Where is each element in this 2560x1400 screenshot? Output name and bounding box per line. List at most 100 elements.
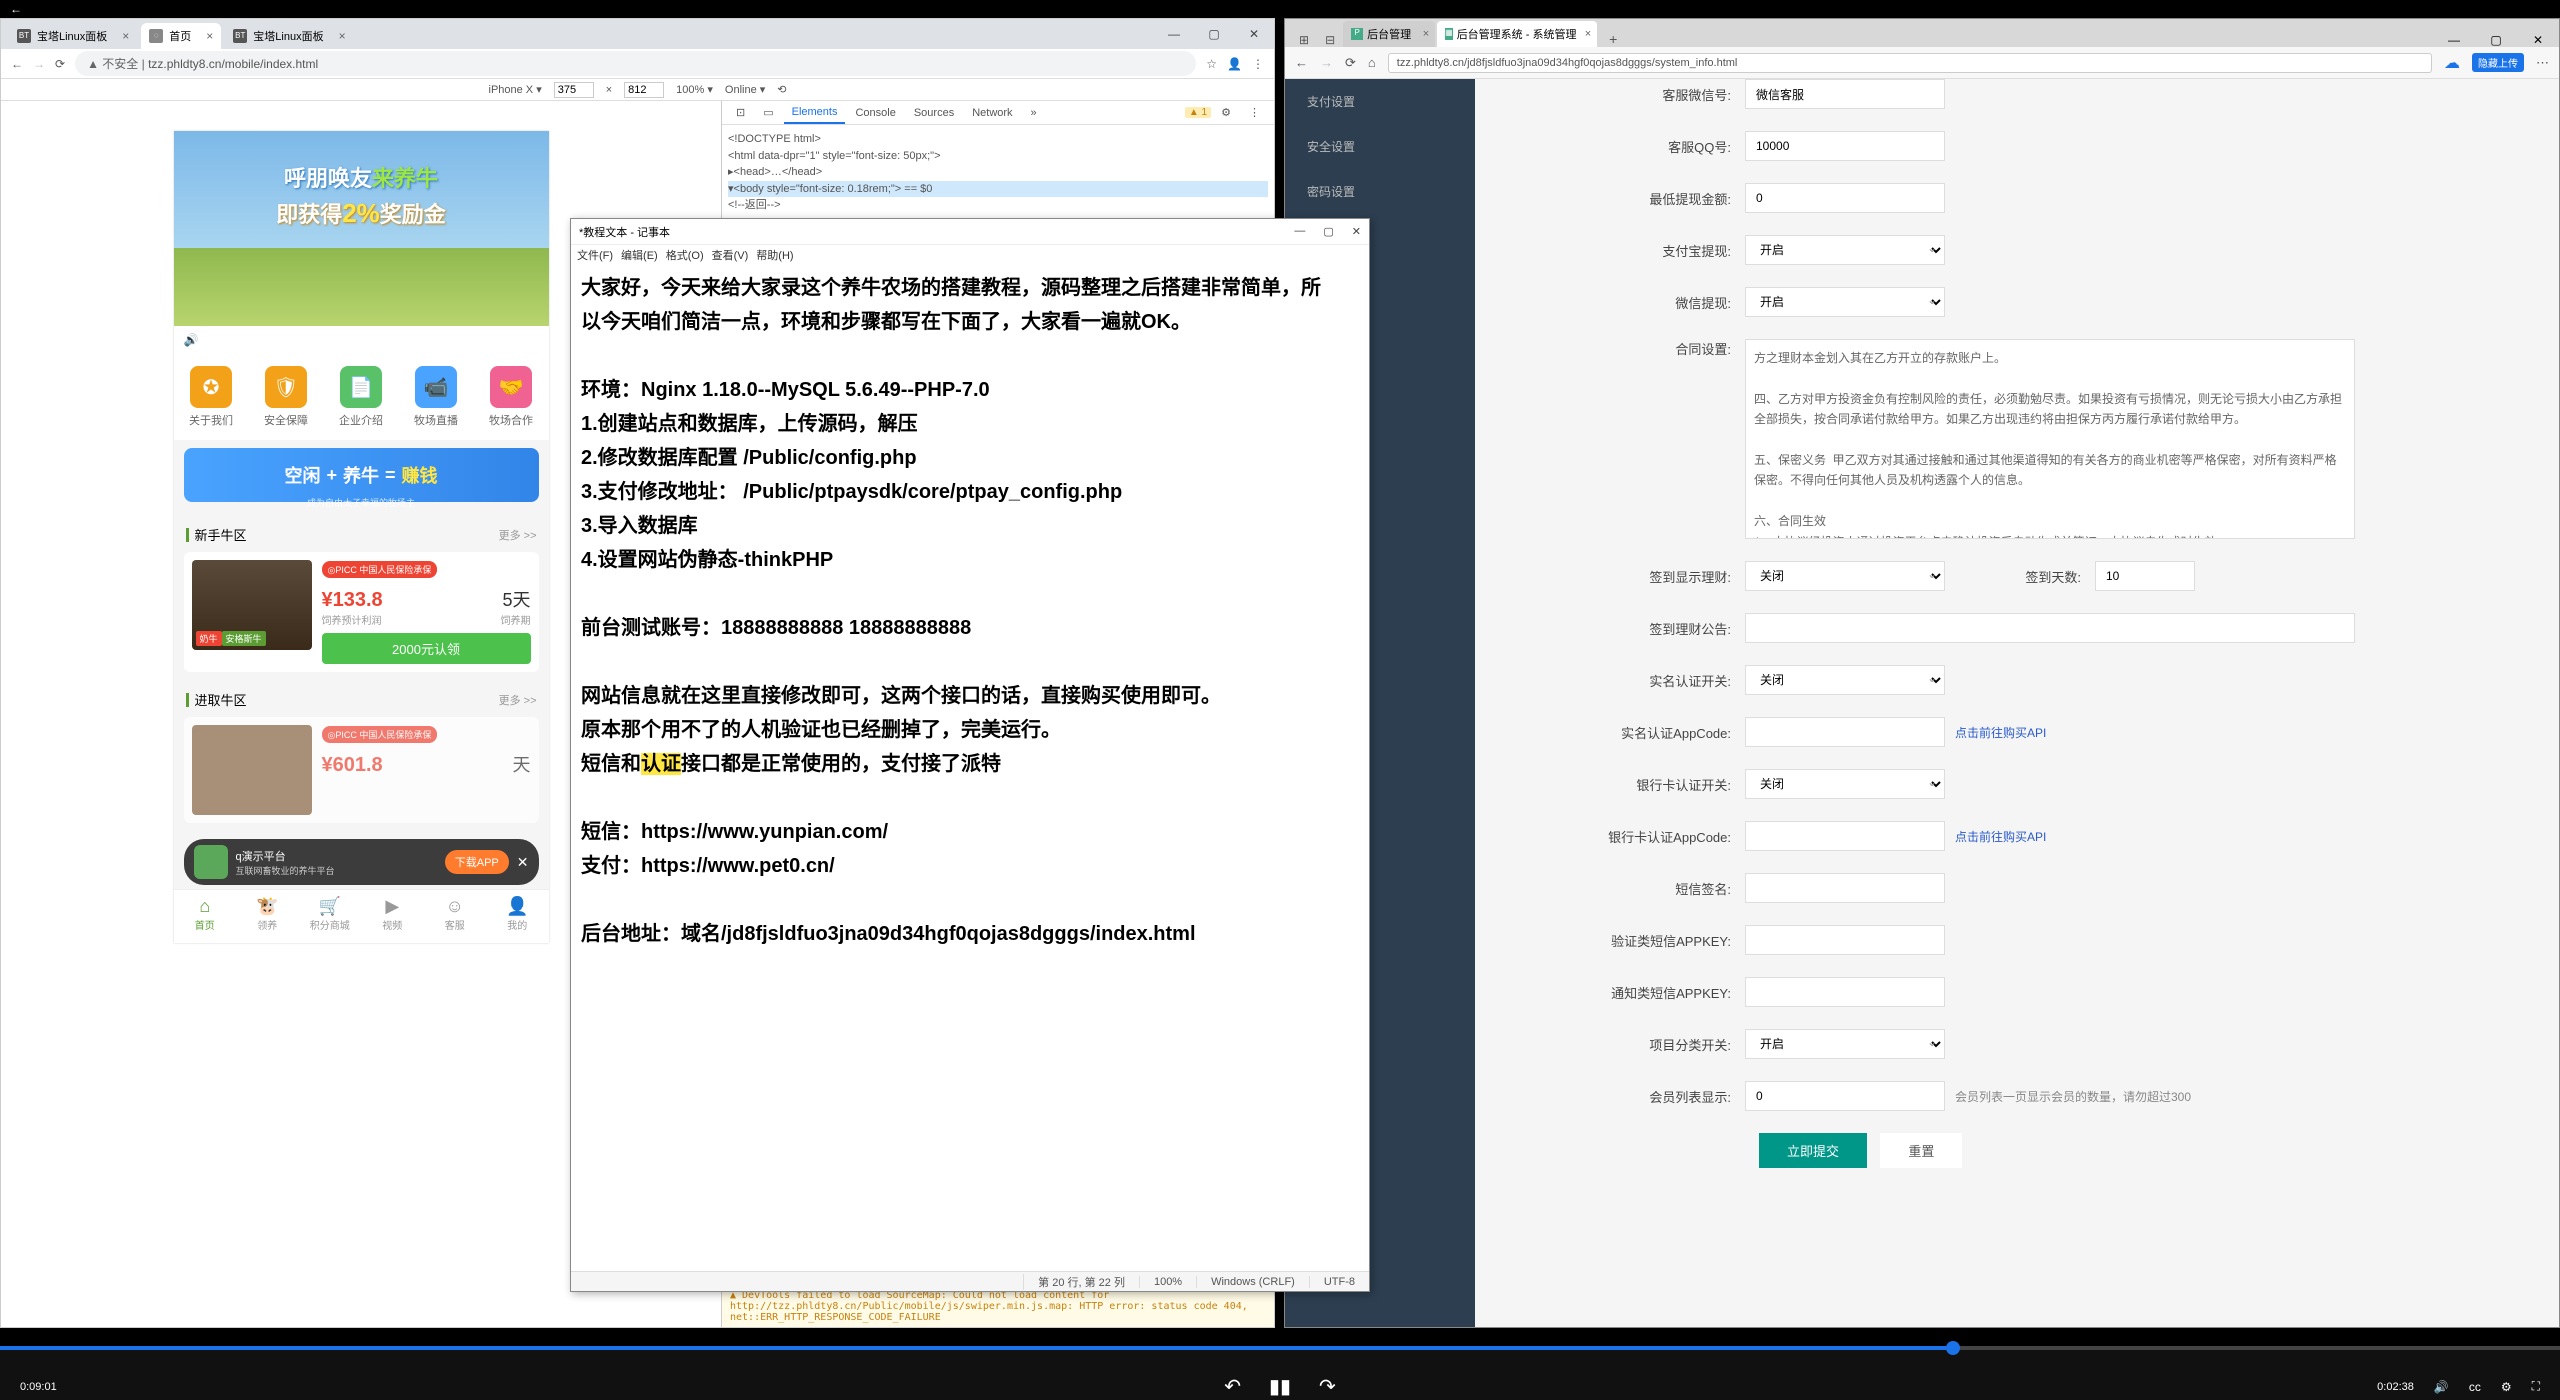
announcement-bar[interactable]: 🔊: [174, 326, 549, 354]
pause-icon[interactable]: ▮▮: [1269, 1374, 1291, 1399]
contract-textarea[interactable]: [1745, 339, 2355, 539]
devtools-tab-more[interactable]: »: [1023, 103, 1045, 123]
alipay-select[interactable]: 开启: [1745, 235, 1945, 265]
notepad-titlebar[interactable]: *教程文本 - 记事本 — ▢ ✕: [571, 219, 1369, 245]
maximize-icon[interactable]: ▢: [2475, 33, 2517, 47]
more-link[interactable]: 更多 >>: [499, 527, 537, 543]
dom-tree[interactable]: <!DOCTYPE html><html data-dpr="1" style=…: [722, 125, 1274, 220]
verify-sms-input[interactable]: [1745, 925, 1945, 955]
more-icon[interactable]: ⋮: [1241, 102, 1268, 123]
forward-icon[interactable]: ↷: [1319, 1374, 1336, 1399]
devtools-tab[interactable]: Console: [847, 103, 903, 123]
hero-banner[interactable]: 呼朋唤友来养牛 即获得2%奖励金: [174, 131, 549, 326]
inspect-icon[interactable]: ⊡: [728, 102, 753, 123]
nav-item[interactable]: 🛒积分商城: [299, 890, 362, 943]
more-link[interactable]: 更多 >>: [499, 692, 537, 708]
sms-sign-input[interactable]: [1745, 873, 1945, 903]
warning-badge[interactable]: ▲ 1: [1185, 107, 1211, 118]
grid-item[interactable]: 📄企业介绍: [324, 366, 399, 428]
volume-icon[interactable]: 🔊: [2434, 1380, 2449, 1394]
nav-item[interactable]: 🐮领养: [236, 890, 299, 943]
product-card[interactable]: ◎PICC 中国人民保险承保 ¥601.8天: [184, 717, 539, 823]
settings-icon[interactable]: ⚙: [1213, 102, 1239, 123]
product-card[interactable]: 奶牛 安格斯牛 ◎PICC 中国人民保险承保 ¥133.85天 饲养预计利润饲养…: [184, 552, 539, 672]
grid-item[interactable]: 📹牧场直播: [399, 366, 474, 428]
buy-api-link[interactable]: 点击前往购买API: [1955, 724, 2046, 741]
signin-show-select[interactable]: 关闭: [1745, 561, 1945, 591]
close-icon[interactable]: ✕: [1234, 27, 1274, 41]
video-progress[interactable]: [0, 1346, 2560, 1350]
address-bar[interactable]: ▲ 不安全 | tzz.phldty8.cn/mobile/index.html: [75, 51, 1196, 76]
signin-notice-input[interactable]: [1745, 613, 2355, 643]
edge-tab[interactable]: P后台管理×: [1343, 21, 1435, 47]
grid-item[interactable]: 🛡安全保障: [249, 366, 324, 428]
buy-api-link[interactable]: 点击前往购买API: [1955, 828, 2046, 845]
menu-item[interactable]: 帮助(H): [756, 247, 793, 263]
sidebar-item[interactable]: 支付设置: [1285, 79, 1475, 124]
realname-appcode-input[interactable]: [1745, 717, 1945, 747]
rewind-icon[interactable]: ↶: [1224, 1374, 1241, 1399]
reload-icon[interactable]: ⟳: [55, 57, 65, 71]
address-bar[interactable]: tzz.phldty8.cn/jd8fjsldfuo3jna09d34hgf0q…: [1388, 53, 2432, 73]
project-cat-select[interactable]: 开启: [1745, 1029, 1945, 1059]
tab-close-icon[interactable]: ×: [339, 29, 346, 43]
menu-item[interactable]: 文件(F): [577, 247, 613, 263]
devtools-tab[interactable]: Sources: [906, 103, 962, 123]
tab-close-icon[interactable]: ×: [1585, 28, 1591, 40]
menu-icon[interactable]: ⋮: [1252, 57, 1264, 71]
menu-item[interactable]: 查看(V): [712, 247, 749, 263]
chrome-tab[interactable]: BT宝塔Linux面板×: [225, 23, 353, 49]
nav-item[interactable]: ▶视频: [361, 890, 424, 943]
minimize-icon[interactable]: —: [2433, 33, 2475, 47]
edge-tab[interactable]: ▦后台管理系统 - 系统管理×: [1437, 21, 1597, 47]
device-width[interactable]: [554, 82, 594, 98]
nav-item[interactable]: 👤我的: [486, 890, 549, 943]
submit-button[interactable]: 立即提交: [1759, 1133, 1867, 1168]
back-arrow[interactable]: ←: [0, 2, 22, 16]
sidebar-item[interactable]: 密码设置: [1285, 169, 1475, 214]
realname-select[interactable]: 关闭: [1745, 665, 1945, 695]
tab-actions-icon[interactable]: ⊞: [1291, 33, 1317, 47]
home-icon[interactable]: ⌂: [1368, 55, 1376, 70]
nav-back-icon[interactable]: ←: [1295, 55, 1308, 70]
promo-banner[interactable]: 空闲+养牛=赚钱: [184, 448, 539, 502]
nav-item[interactable]: ⌂首页: [174, 890, 237, 943]
nav-item[interactable]: ☺客服: [424, 890, 487, 943]
reset-button[interactable]: 重置: [1880, 1133, 1962, 1168]
fullscreen-icon[interactable]: ⛶: [2532, 1379, 2540, 1394]
cloud-icon[interactable]: ☁: [2444, 53, 2460, 73]
device-toggle-icon[interactable]: ▭: [755, 102, 781, 123]
settings-icon[interactable]: ⚙: [2501, 1380, 2512, 1394]
maximize-icon[interactable]: ▢: [1323, 225, 1333, 238]
minimize-icon[interactable]: —: [1154, 27, 1194, 41]
maximize-icon[interactable]: ▢: [1194, 27, 1234, 41]
sidebar-item[interactable]: 安全设置: [1285, 124, 1475, 169]
notice-sms-input[interactable]: [1745, 977, 1945, 1007]
close-icon[interactable]: ✕: [2517, 33, 2559, 47]
chrome-tab[interactable]: ◌首页×: [141, 23, 221, 49]
wechat-select[interactable]: 开启: [1745, 287, 1945, 317]
menu-item[interactable]: 格式(O): [666, 247, 704, 263]
chrome-tab[interactable]: BT宝塔Linux面板×: [9, 23, 137, 49]
devtools-tab[interactable]: Elements: [784, 102, 846, 124]
network-select[interactable]: Online ▾: [725, 83, 765, 96]
menu-item[interactable]: 编辑(E): [621, 247, 658, 263]
tab-close-icon[interactable]: ×: [1423, 28, 1429, 40]
tab-close-icon[interactable]: ×: [206, 29, 213, 43]
cc-icon[interactable]: cc: [2469, 1380, 2481, 1394]
kefu-wechat-input[interactable]: [1745, 79, 1945, 109]
adopt-button[interactable]: 2000元认领: [322, 633, 531, 664]
more-icon[interactable]: ⋯: [2536, 55, 2549, 71]
rotate-icon[interactable]: ⟲: [777, 83, 786, 96]
bankcard-appcode-input[interactable]: [1745, 821, 1945, 851]
devtools-tab[interactable]: Network: [964, 103, 1020, 123]
upload-badge[interactable]: 隐藏上传: [2472, 53, 2524, 72]
notepad-content[interactable]: 大家好，今天来给大家录这个养牛农场的搭建教程，源码整理之后搭建非常简单，所以今天…: [571, 265, 1369, 957]
reload-icon[interactable]: ⟳: [1345, 55, 1356, 71]
kefu-qq-input[interactable]: [1745, 131, 1945, 161]
minimize-icon[interactable]: —: [1294, 225, 1305, 238]
grid-item[interactable]: 🤝牧场合作: [474, 366, 549, 428]
device-height[interactable]: [624, 82, 664, 98]
new-tab-icon[interactable]: +: [1599, 31, 1627, 47]
member-list-input[interactable]: [1745, 1081, 1945, 1111]
